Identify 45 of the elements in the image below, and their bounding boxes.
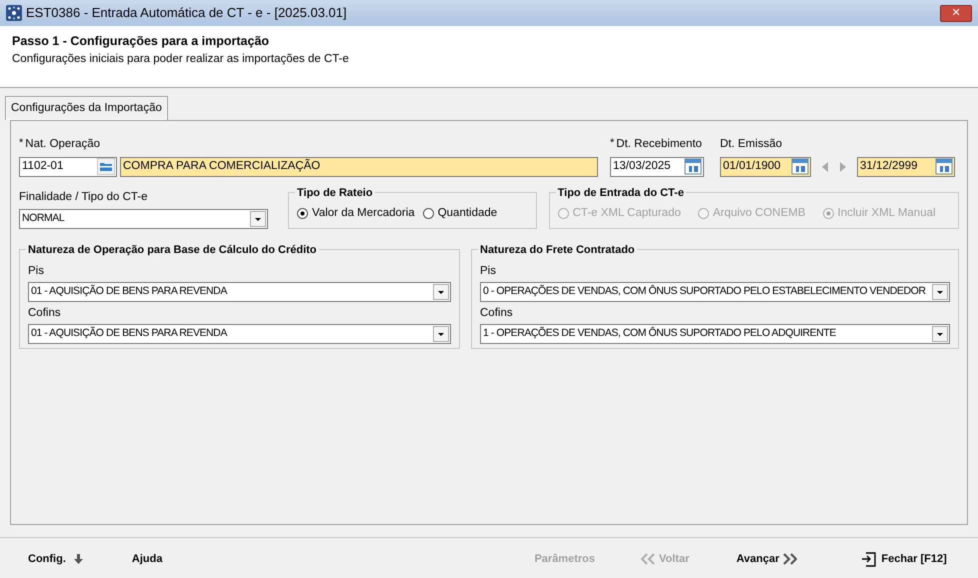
field-label: Dt. Recebimento <box>616 138 702 150</box>
field-label: Cofins <box>28 306 62 321</box>
type-dropdown[interactable]: NORMAL <box>19 208 268 229</box>
field-label: Pis <box>480 264 497 279</box>
date-field[interactable]: 31/12/2999 <box>857 156 955 176</box>
footer-button[interactable]: Fechar [F12] <box>861 551 947 568</box>
footer-button[interactable]: Config. <box>28 551 83 568</box>
calendar-icon[interactable] <box>791 158 809 175</box>
calendar-icon[interactable] <box>935 158 953 175</box>
group-title: Natureza de Operação para Base de Cálculo do Crédito <box>26 242 319 258</box>
code-field[interactable]: 1102-01 <box>19 156 117 176</box>
radio-button[interactable] <box>297 208 308 219</box>
double-chevron-left-icon <box>641 553 655 566</box>
footer-button: Parâmetros <box>534 551 595 568</box>
radio-label[interactable]: Quantidade <box>438 204 498 222</box>
window-title: EST0386 - Entrada Automática de CT - e - [2025.03.01] <box>26 4 347 22</box>
required-mark: * <box>19 137 24 150</box>
field-label: Pis <box>28 264 45 279</box>
required-mark: * <box>610 137 614 150</box>
date-field[interactable]: 13/03/2025 <box>610 156 704 176</box>
description-field: COMPRA PARA COMERCIALIZAÇÃO <box>120 156 598 176</box>
tax-dropdown[interactable]: 01 - AQUISIÇÃO DE BENS PARA REVENDA <box>28 282 451 302</box>
calendar-icon[interactable] <box>684 158 702 175</box>
folder-icon[interactable] <box>97 158 115 175</box>
step-title: Passo 1 - Configurações para a importação <box>12 33 270 50</box>
field-label: Dt. Emissão <box>720 138 782 150</box>
tax-dropdown[interactable]: 01 - AQUISIÇÃO DE BENS PARA REVENDA <box>28 324 451 344</box>
step-subtitle: Configurações iniciais para poder realizar as importações de CT-e <box>12 52 350 67</box>
footer-button: Voltar <box>641 551 690 568</box>
tax-dropdown[interactable]: 0 - OPERAÇÕES DE VENDAS, COM ÔNUS SUPORTADO PELO ESTABELECIMENTO VENDEDOR <box>480 282 950 302</box>
field-label: Cofins <box>480 306 514 321</box>
footer-button[interactable]: Avançar <box>736 551 798 568</box>
exit-icon <box>861 552 878 567</box>
tax-dropdown[interactable]: 1 - OPERAÇÕES DE VENDAS, COM ÔNUS SUPORTADO PELO ADQUIRENTE <box>480 324 950 344</box>
field-label: Finalidade / Tipo do CT-e <box>19 190 148 202</box>
radio-label[interactable]: Valor da Mercadoria <box>312 204 415 222</box>
footer-button[interactable]: Ajuda <box>132 551 162 568</box>
double-chevron-right-icon <box>783 553 798 566</box>
app-icon <box>6 5 22 21</box>
date-field[interactable]: 01/01/1900 <box>720 156 811 176</box>
tab[interactable]: Configurações da Importação <box>5 96 168 120</box>
radio-button[interactable] <box>422 208 434 219</box>
down-arrow-icon <box>74 554 83 564</box>
field-label: Nat. Operação <box>25 138 100 150</box>
close-button[interactable]: ✕ <box>940 4 972 22</box>
